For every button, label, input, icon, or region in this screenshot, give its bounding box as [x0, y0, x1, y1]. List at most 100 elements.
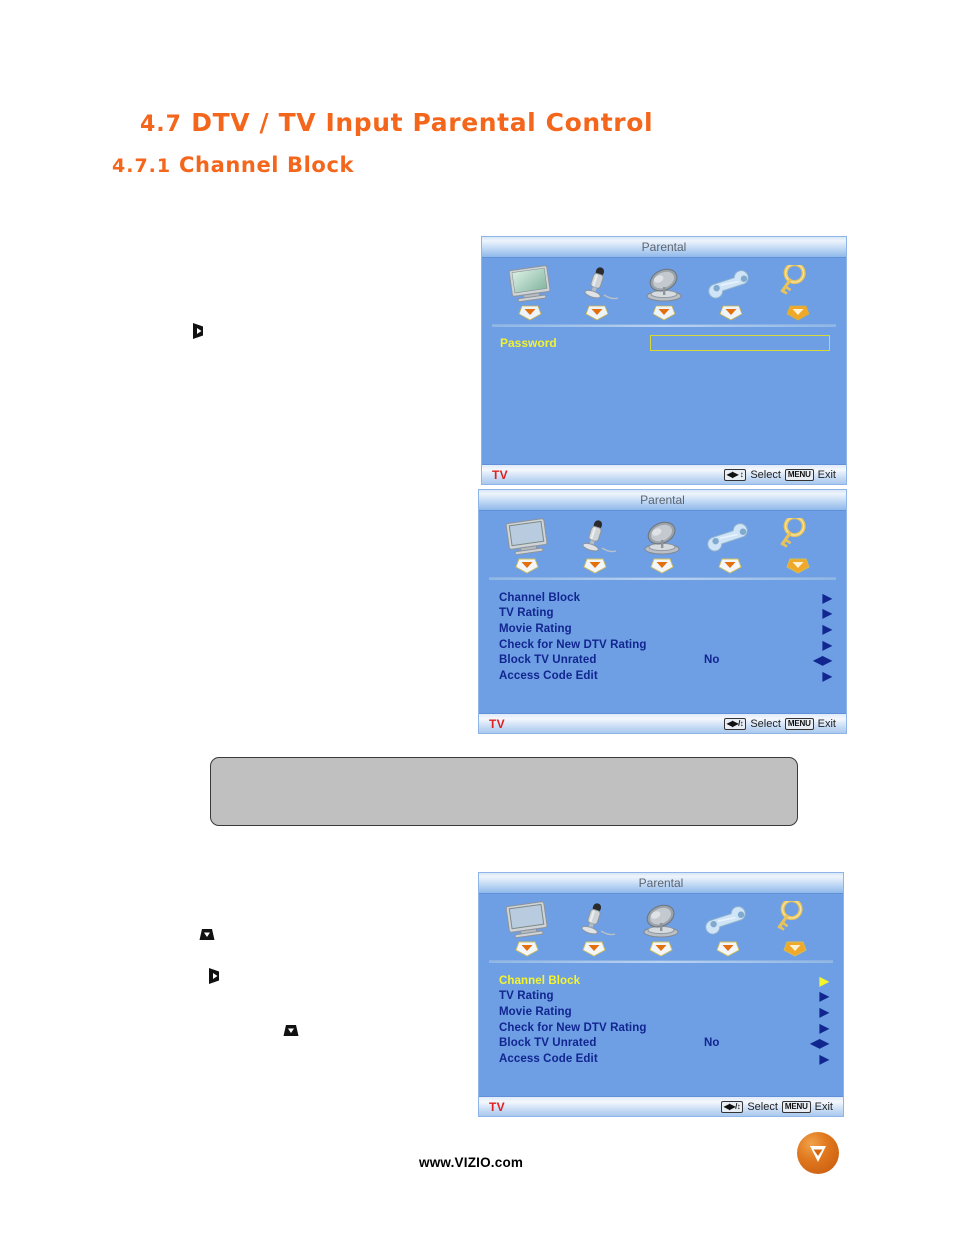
- menu-item-check-new-dtv-rating[interactable]: Check for New DTV Rating ▶: [499, 1020, 829, 1036]
- key-icon: [767, 900, 823, 940]
- osd-footer: TV ◀▶/↕ Select MENU Exit: [479, 713, 846, 733]
- menu-item-movie-rating[interactable]: Movie Rating ▶: [499, 1004, 829, 1020]
- osd-parental-menu-panel: Parental Channel Block ▶ TV Rating ▶ Mov…: [478, 489, 847, 734]
- osd-tab-tuner[interactable]: [629, 517, 697, 574]
- menu-item-label: Access Code Edit: [499, 1052, 598, 1065]
- osd-icon-row: [479, 511, 846, 574]
- menu-item-label: Movie Rating: [499, 1005, 572, 1018]
- osd-footer: TV ◀▶ ↕ Select MENU Exit: [482, 464, 846, 484]
- wrench-icon: [700, 900, 756, 940]
- tv-monitor-icon: [499, 900, 555, 940]
- osd-title-text: Parental: [641, 240, 687, 254]
- chevron-right-icon: ▶: [819, 973, 829, 988]
- key-icon: [770, 517, 826, 557]
- osd-tab-parental[interactable]: [765, 264, 832, 321]
- v-badge-icon: [515, 941, 539, 957]
- menu-item-label: Channel Block: [499, 974, 581, 987]
- satellite-dish-icon: [633, 900, 689, 940]
- osd-tab-tv[interactable]: [493, 900, 560, 957]
- chevron-right-icon: ▶: [819, 989, 829, 1004]
- menu-key-badge: MENU: [781, 1100, 811, 1113]
- osd-footer: TV ◀▶/↕ Select MENU Exit: [479, 1096, 843, 1116]
- menu-item-label: Access Code Edit: [499, 669, 598, 682]
- osd-tab-audio[interactable]: [560, 900, 627, 957]
- osd-tab-audio[interactable]: [561, 517, 629, 574]
- tv-monitor-icon: [502, 264, 558, 304]
- source-label: TV: [489, 716, 505, 731]
- menu-item-block-tv-unrated[interactable]: Block TV Unrated No ◀▶: [499, 1035, 829, 1051]
- menu-item-check-new-dtv-rating[interactable]: Check for New DTV Rating ▶: [499, 637, 832, 653]
- osd-tab-tuner[interactable]: [627, 900, 694, 957]
- osd-tab-tv[interactable]: [493, 517, 561, 574]
- satellite-dish-icon: [634, 517, 690, 557]
- menu-key-badge: MENU: [784, 468, 814, 481]
- v-badge-icon: [649, 941, 673, 957]
- menu-item-label: TV Rating: [499, 990, 554, 1003]
- menu-item-label: Block TV Unrated: [499, 654, 597, 667]
- v-badge-icon-selected: [786, 305, 810, 321]
- osd-tab-tuner[interactable]: [630, 264, 697, 321]
- v-badge-icon-selected: [786, 558, 810, 574]
- osd-tab-parental[interactable]: [764, 517, 832, 574]
- v-badge-icon-selected: [783, 941, 807, 957]
- section-number: 4.7: [140, 112, 182, 137]
- subsection-title-text: Channel Block: [179, 153, 355, 177]
- menu-item-channel-block[interactable]: Channel Block ▶: [499, 590, 832, 606]
- osd-body: Channel Block ▶ TV Rating ▶ Movie Rating…: [479, 511, 846, 713]
- v-badge-icon: [518, 305, 542, 321]
- wrench-icon: [703, 264, 759, 304]
- chevron-right-icon: ▶: [822, 590, 832, 605]
- osd-parental-menu-highlighted-panel: Parental Channel Block ▶ TV Rating ▶ Mov…: [478, 872, 844, 1117]
- menu-item-access-code-edit[interactable]: Access Code Edit ▶: [499, 1051, 829, 1067]
- password-input[interactable]: [650, 335, 830, 351]
- remote-key-down-1: [196, 925, 218, 947]
- menu-item-block-tv-unrated[interactable]: Block TV Unrated No ◀▶: [499, 652, 832, 668]
- v-badge-icon: [718, 558, 742, 574]
- remote-key-right-1: [189, 320, 211, 342]
- osd-tab-setup[interactable]: [698, 264, 765, 321]
- v-badge-icon: [583, 558, 607, 574]
- menu-item-tv-rating[interactable]: TV Rating ▶: [499, 989, 829, 1005]
- subsection-title: 4.7.1 Channel Block: [112, 153, 354, 177]
- v-badge-icon: [585, 305, 609, 321]
- exit-hint-label: Exit: [814, 1100, 833, 1113]
- osd-tab-audio[interactable]: [563, 264, 630, 321]
- tv-monitor-icon: [499, 517, 555, 557]
- osd-title-bar: Parental: [479, 490, 846, 511]
- menu-item-value: No: [704, 1037, 720, 1050]
- chevron-right-icon: ▶: [819, 1020, 829, 1035]
- osd-password-panel: Parental Password TV ◀▶ ↕ Select MENU Ex…: [481, 236, 847, 485]
- vizio-logo: [797, 1132, 839, 1174]
- remote-key-right-2: [205, 965, 227, 987]
- nav-key-badge: ◀▶/↕: [723, 717, 747, 730]
- v-badge-icon: [719, 305, 743, 321]
- select-hint-label: Select: [750, 717, 781, 730]
- osd-tab-parental[interactable]: [762, 900, 829, 957]
- exit-hint-label: Exit: [817, 468, 836, 481]
- chevron-right-icon: ▶: [819, 1051, 829, 1066]
- section-title-text: DTV / TV Input Parental Control: [191, 108, 654, 137]
- remote-key-down-2: [280, 1021, 302, 1043]
- select-hint-label: Select: [747, 1100, 778, 1113]
- osd-icon-row: [482, 258, 846, 321]
- osd-tab-setup[interactable]: [695, 900, 762, 957]
- menu-item-label: Movie Rating: [499, 622, 572, 635]
- exit-hint-label: Exit: [817, 717, 836, 730]
- menu-item-tv-rating[interactable]: TV Rating ▶: [499, 606, 832, 622]
- menu-item-movie-rating[interactable]: Movie Rating ▶: [499, 621, 832, 637]
- osd-tab-tv[interactable]: [496, 264, 563, 321]
- menu-item-label: Channel Block: [499, 591, 581, 604]
- chevron-left-right-icon: ◀▶: [813, 653, 832, 668]
- microphone-icon: [567, 517, 623, 557]
- v-badge-icon: [515, 558, 539, 574]
- osd-body: Password: [482, 258, 846, 464]
- osd-tab-setup[interactable]: [696, 517, 764, 574]
- key-icon: [770, 264, 826, 304]
- v-badge-icon: [650, 558, 675, 574]
- menu-key-badge: MENU: [784, 717, 814, 730]
- menu-item-label: Block TV Unrated: [499, 1037, 597, 1050]
- menu-item-access-code-edit[interactable]: Access Code Edit ▶: [499, 668, 832, 684]
- menu-item-channel-block[interactable]: Channel Block ▶: [499, 973, 829, 989]
- satellite-dish-icon: [636, 264, 692, 304]
- chevron-right-icon: ▶: [819, 1004, 829, 1019]
